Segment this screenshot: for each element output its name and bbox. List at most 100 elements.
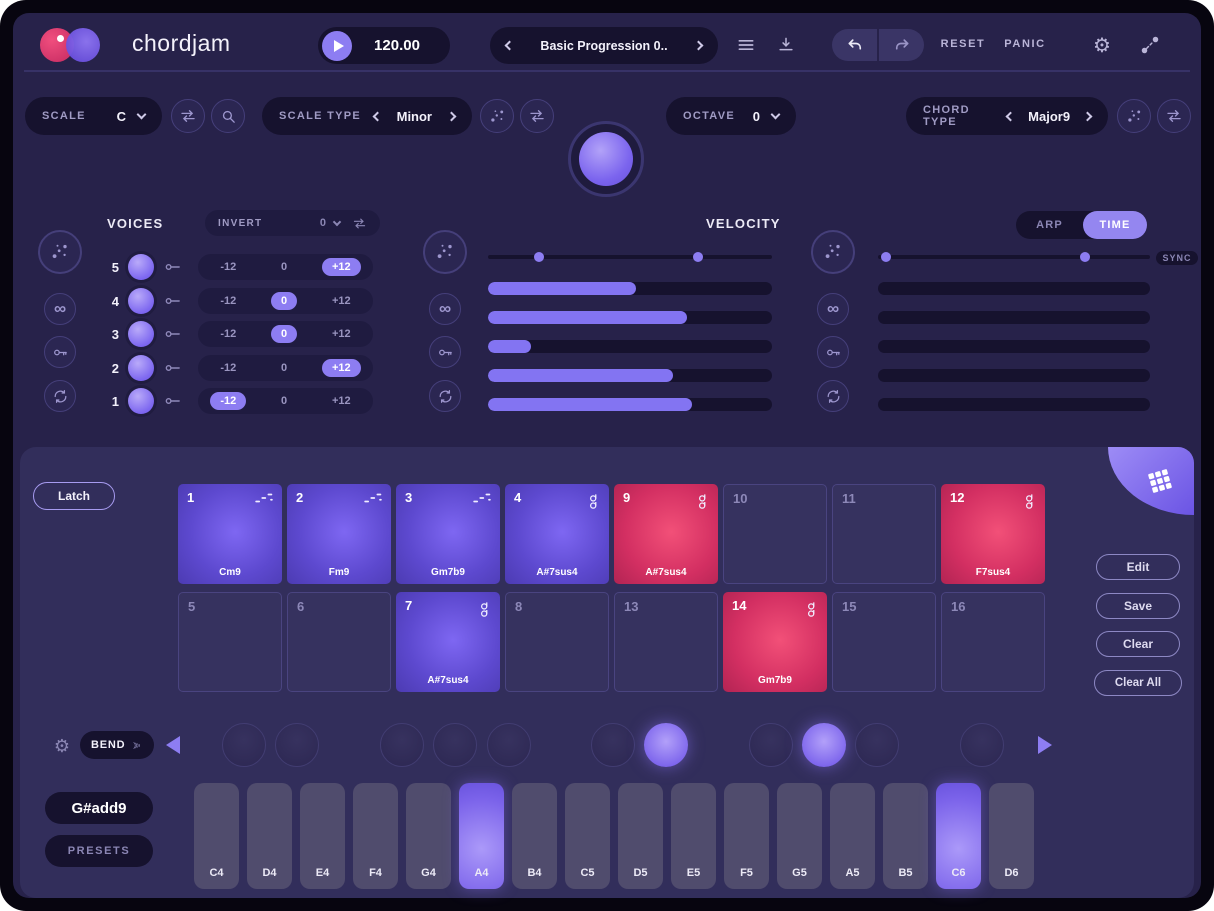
black-key-ds5[interactable] bbox=[644, 723, 688, 767]
invert-dropdown[interactable]: INVERT 0 bbox=[205, 210, 380, 236]
scale-type-next-icon[interactable] bbox=[447, 111, 457, 121]
key-D5[interactable]: D5 bbox=[618, 783, 663, 889]
time-bar-4[interactable] bbox=[878, 369, 1150, 382]
black-key-cs5[interactable] bbox=[591, 723, 635, 767]
redo-button[interactable] bbox=[879, 29, 924, 61]
option-zero[interactable]: 0 bbox=[271, 258, 297, 276]
pad-2[interactable]: 2 Fm9 bbox=[287, 484, 391, 584]
scale-type-swap-button[interactable] bbox=[520, 99, 554, 133]
routing-button[interactable] bbox=[1136, 31, 1164, 59]
option-plus12[interactable]: +12 bbox=[322, 392, 361, 410]
option-zero[interactable]: 0 bbox=[271, 292, 297, 310]
latch-button[interactable]: Latch bbox=[33, 482, 115, 510]
voices-random-button[interactable] bbox=[38, 230, 82, 274]
preset-selector[interactable]: Basic Progression 0.. bbox=[490, 27, 718, 64]
velocity-bar-4[interactable] bbox=[488, 369, 772, 382]
velocity-infinity-button[interactable]: ∞ bbox=[429, 293, 461, 325]
preset-next-icon[interactable] bbox=[694, 41, 704, 51]
velocity-random-button[interactable] bbox=[423, 230, 467, 274]
black-key-ds4[interactable] bbox=[275, 723, 319, 767]
key-A4[interactable]: A4 bbox=[459, 783, 504, 889]
link-icon[interactable] bbox=[164, 294, 182, 308]
black-key-cs6[interactable] bbox=[960, 723, 1004, 767]
menu-button[interactable] bbox=[732, 31, 760, 59]
option-minus12[interactable]: -12 bbox=[210, 359, 246, 377]
key-B5[interactable]: B5 bbox=[883, 783, 928, 889]
pad-9[interactable]: 9 A#7sus4 bbox=[614, 484, 718, 584]
black-key-fs4[interactable] bbox=[380, 723, 424, 767]
slider-handle-high[interactable] bbox=[693, 252, 703, 262]
play-button[interactable] bbox=[322, 31, 352, 61]
chord-type-prev-icon[interactable] bbox=[1006, 111, 1016, 121]
pad-14[interactable]: 14 Gm7b9 bbox=[723, 592, 827, 692]
scale-dropdown[interactable]: SCALE C bbox=[25, 97, 162, 135]
link-icon[interactable] bbox=[164, 327, 182, 341]
scale-type-selector[interactable]: SCALE TYPE Minor bbox=[262, 97, 472, 135]
voice-toggle[interactable] bbox=[128, 254, 154, 280]
time-bar-3[interactable] bbox=[878, 340, 1150, 353]
time-bar-5[interactable] bbox=[878, 398, 1150, 411]
scale-flip-button[interactable] bbox=[171, 99, 205, 133]
key-E5[interactable]: E5 bbox=[671, 783, 716, 889]
keyboard-scroll-left-icon[interactable] bbox=[166, 736, 180, 754]
option-plus12[interactable]: +12 bbox=[322, 292, 361, 310]
velocity-reset-button[interactable] bbox=[429, 380, 461, 412]
velocity-bar-3[interactable] bbox=[488, 340, 772, 353]
time-tab[interactable]: TIME bbox=[1083, 211, 1147, 239]
arp-tab[interactable]: ARP bbox=[1016, 219, 1083, 231]
invert-swap-icon[interactable] bbox=[352, 216, 367, 231]
link-icon[interactable] bbox=[164, 260, 182, 274]
pad-1[interactable]: 1 Cm9 bbox=[178, 484, 282, 584]
key-F5[interactable]: F5 bbox=[724, 783, 769, 889]
chord-type-random-button[interactable] bbox=[1117, 99, 1151, 133]
option-zero[interactable]: 0 bbox=[271, 359, 297, 377]
velocity-bar-5[interactable] bbox=[488, 398, 772, 411]
pad-16[interactable]: 16 bbox=[941, 592, 1045, 692]
key-A5[interactable]: A5 bbox=[830, 783, 875, 889]
option-minus12[interactable]: -12 bbox=[210, 292, 246, 310]
settings-button[interactable]: ⚙ bbox=[1088, 31, 1116, 59]
voice-toggle[interactable] bbox=[128, 355, 154, 381]
key-C4[interactable]: C4 bbox=[194, 783, 239, 889]
pad-15[interactable]: 15 bbox=[832, 592, 936, 692]
black-key-gs4[interactable] bbox=[433, 723, 477, 767]
pad-6[interactable]: 6 bbox=[287, 592, 391, 692]
time-infinity-button[interactable]: ∞ bbox=[817, 293, 849, 325]
pad-8[interactable]: 8 bbox=[505, 592, 609, 692]
option-minus12[interactable]: -12 bbox=[210, 392, 246, 410]
time-reset-button[interactable] bbox=[817, 380, 849, 412]
octave-dropdown[interactable]: OCTAVE 0 bbox=[666, 97, 796, 135]
black-key-cs4[interactable] bbox=[222, 723, 266, 767]
pad-12[interactable]: 12 F7sus4 bbox=[941, 484, 1045, 584]
black-key-gs5[interactable] bbox=[802, 723, 846, 767]
velocity-lock-button[interactable] bbox=[429, 336, 461, 368]
key-G5[interactable]: G5 bbox=[777, 783, 822, 889]
clear-all-button[interactable]: Clear All bbox=[1094, 670, 1182, 696]
black-key-as4[interactable] bbox=[487, 723, 531, 767]
slider-handle-low[interactable] bbox=[534, 252, 544, 262]
key-C6[interactable]: C6 bbox=[936, 783, 981, 889]
time-random-button[interactable] bbox=[811, 230, 855, 274]
scale-detect-button[interactable] bbox=[211, 99, 245, 133]
voices-infinity-button[interactable]: ∞ bbox=[44, 293, 76, 325]
velocity-bar-1[interactable] bbox=[488, 282, 772, 295]
scale-type-random-button[interactable] bbox=[480, 99, 514, 133]
voice-toggle[interactable] bbox=[128, 321, 154, 347]
option-plus12[interactable]: +12 bbox=[322, 258, 361, 276]
time-lock-button[interactable] bbox=[817, 336, 849, 368]
chord-type-selector[interactable]: CHORD TYPE Major9 bbox=[906, 97, 1108, 135]
pad-5[interactable]: 5 bbox=[178, 592, 282, 692]
pad-13[interactable]: 13 bbox=[614, 592, 718, 692]
pad-3[interactable]: 3 Gm7b9 bbox=[396, 484, 500, 584]
key-B4[interactable]: B4 bbox=[512, 783, 557, 889]
time-bar-1[interactable] bbox=[878, 282, 1150, 295]
edit-button[interactable]: Edit bbox=[1096, 554, 1180, 580]
pad-10[interactable]: 10 bbox=[723, 484, 827, 584]
voices-reset-button[interactable] bbox=[44, 380, 76, 412]
master-knob[interactable] bbox=[568, 121, 644, 197]
slider-handle-low[interactable] bbox=[881, 252, 891, 262]
import-button[interactable] bbox=[772, 31, 800, 59]
option-zero[interactable]: 0 bbox=[271, 325, 297, 343]
bpm-display[interactable]: 120.00 bbox=[352, 37, 442, 54]
key-E4[interactable]: E4 bbox=[300, 783, 345, 889]
